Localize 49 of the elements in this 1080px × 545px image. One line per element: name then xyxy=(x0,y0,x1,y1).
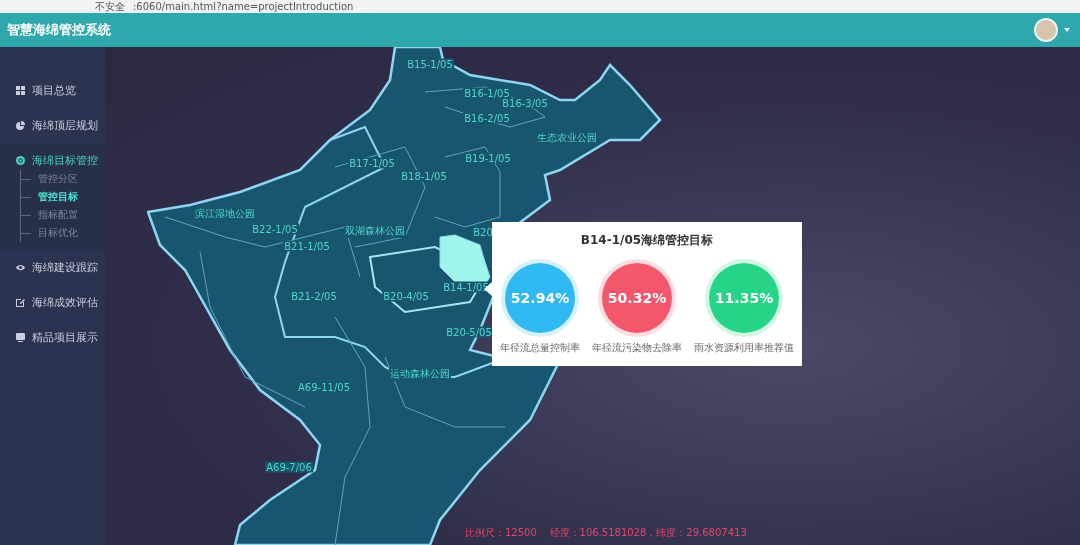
map-coordinates: 比例尺：12500 经度：106.5181028，纬度：29.6807413 xyxy=(465,526,747,540)
zone-label: B21-1/05 xyxy=(283,240,331,252)
app-title: 智慧海绵管控系统 xyxy=(7,21,111,39)
zone-label: B19-1/05 xyxy=(464,152,512,164)
zone-label: 滨江湿地公园 xyxy=(194,207,256,221)
zone-label: 生态农业公园 xyxy=(536,131,598,145)
percent-circle: 11.35% xyxy=(709,263,779,333)
sidebar-subitem[interactable]: 指标配置 xyxy=(32,208,78,222)
url-text: :6060/main.html?name=projectIntroduction xyxy=(133,1,354,13)
sidebar-item[interactable]: 海绵顶层规划 xyxy=(0,108,105,143)
zone-label: 双湖森林公园 xyxy=(344,224,406,238)
percent-circle: 52.94% xyxy=(505,263,575,333)
sidebar-item[interactable]: 精品项目展示 xyxy=(0,320,105,355)
edit-icon xyxy=(16,298,25,307)
zone-label: B18-1/05 xyxy=(400,170,448,182)
zone-label: B22-1/05 xyxy=(251,223,299,235)
metric-label: 雨水资源利用率推荐值 xyxy=(694,341,794,355)
zone-label: B20-4/05 xyxy=(382,290,430,302)
sidebar-item[interactable]: 海绵成效评估 xyxy=(0,285,105,320)
target-icon xyxy=(16,156,25,165)
browser-address-bar[interactable]: 不安全 :6060/main.html?name=projectIntroduction xyxy=(0,0,1080,13)
sidebar-subitem[interactable]: 目标优化 xyxy=(32,226,78,240)
zone-label: B16-1/05 xyxy=(463,87,511,99)
avatar[interactable] xyxy=(1034,18,1058,42)
screen-icon xyxy=(16,333,25,342)
security-label: 不安全 xyxy=(95,1,125,13)
zone-label: B15-1/05 xyxy=(406,58,454,70)
sidebar-item[interactable]: 海绵建设跟踪 xyxy=(0,250,105,285)
zone-label: B17-1/05 xyxy=(348,157,396,169)
zone-label: B21-2/05 xyxy=(290,290,338,302)
popup-title: B14-1/05海绵管控目标 xyxy=(579,232,715,249)
satellite-map[interactable] xyxy=(105,47,1080,545)
percent-circle: 50.32% xyxy=(602,263,672,333)
eye-icon xyxy=(16,263,25,272)
zone-label: B14-1/05 xyxy=(442,281,490,293)
pie-chart-icon xyxy=(16,121,25,130)
grid-icon xyxy=(16,86,25,95)
zone-label: A69-7/06 xyxy=(265,461,313,473)
zone-label: 运动森林公园 xyxy=(389,367,451,381)
zone-label: B16-2/05 xyxy=(463,112,511,124)
metric-label: 年径流总量控制率 xyxy=(500,341,580,355)
zone-label: B16-3/05 xyxy=(501,97,549,109)
sidebar-item[interactable]: 项目总览 xyxy=(0,73,105,108)
zone-label: B20-5/05 xyxy=(445,326,493,338)
caret-icon[interactable] xyxy=(1064,28,1070,32)
zone-label: A69-11/05 xyxy=(297,381,351,393)
sidebar-subitem[interactable]: 管控分区 xyxy=(32,172,78,186)
metric-label: 年径流污染物去除率 xyxy=(592,341,682,355)
sidebar-subitem[interactable]: 管控目标 xyxy=(32,190,78,204)
